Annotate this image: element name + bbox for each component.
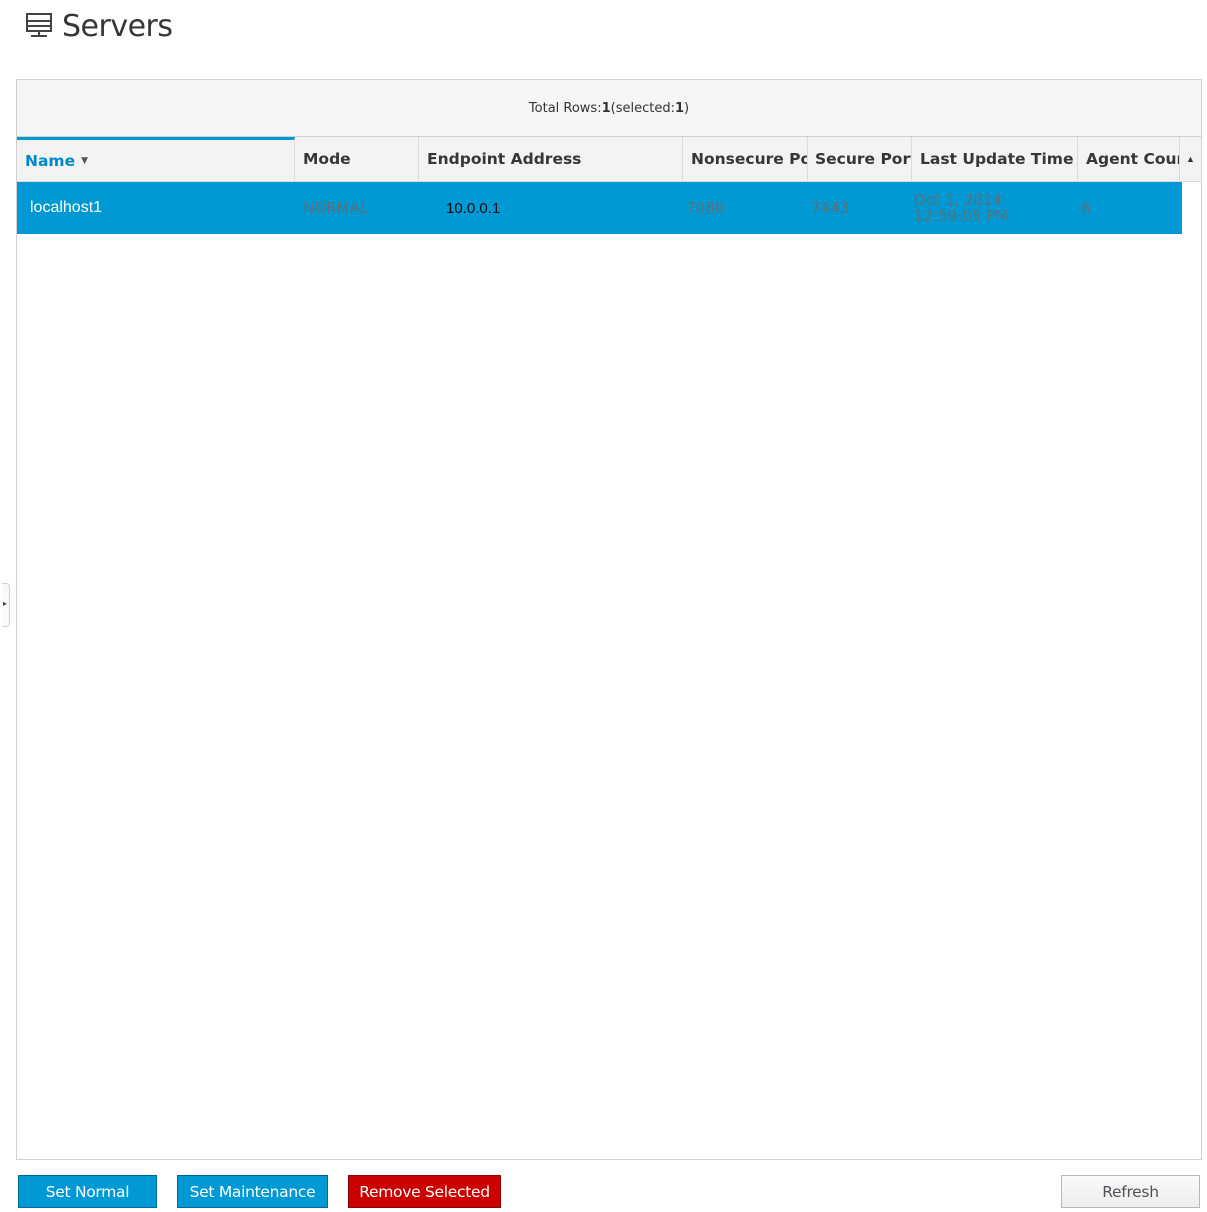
table-row[interactable]: localhost1 NORMAL 10.0.0.1 7080 7443 Oct… [17, 182, 1182, 234]
column-header-last-update-label: Last Update Time [920, 150, 1074, 168]
column-header-name-label: Name [25, 151, 76, 170]
cell-endpoint: 10.0.0.1 [446, 199, 501, 217]
cell-mode: NORMAL [303, 199, 369, 217]
remove-selected-button[interactable]: Remove Selected [348, 1175, 501, 1208]
column-header-secure-label: Secure Port [815, 150, 912, 168]
summary-prefix: Total Rows: [528, 100, 602, 116]
summary-middle: (selected: [610, 100, 675, 116]
cell-agent-count: 6 [1081, 199, 1091, 217]
summary-selected: 1 [674, 100, 685, 116]
column-header-mode-label: Mode [303, 150, 351, 168]
summary-total: 1 [601, 100, 611, 116]
refresh-button[interactable]: Refresh [1061, 1175, 1200, 1208]
server-icon [26, 13, 52, 37]
set-maintenance-button[interactable]: Set Maintenance [177, 1175, 328, 1208]
expand-arrow-icon: ▸ [3, 599, 8, 608]
column-header-endpoint-label: Endpoint Address [427, 150, 582, 168]
column-header-agent-count-label: Agent Coun [1086, 150, 1182, 168]
column-header-name[interactable]: Name ▼ [17, 137, 295, 181]
column-header-last-update[interactable]: Last Update Time [912, 137, 1078, 181]
column-header-nonsecure-port[interactable]: Nonsecure Por [683, 137, 808, 181]
column-header-agent-count[interactable]: Agent Coun [1078, 137, 1182, 181]
servers-grid: Total Rows: 1 (selected: 1 ) Name ▼ Mode… [16, 79, 1202, 1160]
row-count-summary: Total Rows: 1 (selected: 1 ) [17, 80, 1201, 137]
page-title: Servers [62, 8, 173, 44]
scroll-up-arrow-icon[interactable]: ▲ [1179, 137, 1201, 181]
cell-secure-port: 7443 [811, 199, 850, 217]
summary-suffix: ) [684, 100, 690, 116]
column-header-endpoint[interactable]: Endpoint Address [419, 137, 683, 181]
cell-last-update: Oct 1, 2014 12:59:05 PM [914, 191, 1009, 225]
column-header-secure-port[interactable]: Secure Port [808, 137, 912, 181]
grid-header: Name ▼ Mode Endpoint Address Nonsecure P… [17, 137, 1201, 182]
column-header-nonsecure-label: Nonsecure Por [691, 150, 808, 168]
cell-name: localhost1 [30, 199, 103, 216]
cell-nonsecure-port: 7080 [686, 199, 725, 217]
page-header: Servers [24, 6, 173, 46]
sort-descending-icon: ▼ [81, 155, 89, 166]
set-normal-button[interactable]: Set Normal [18, 1175, 157, 1208]
column-header-mode[interactable]: Mode [295, 137, 419, 181]
side-panel-toggle[interactable]: ▸ [2, 583, 10, 627]
